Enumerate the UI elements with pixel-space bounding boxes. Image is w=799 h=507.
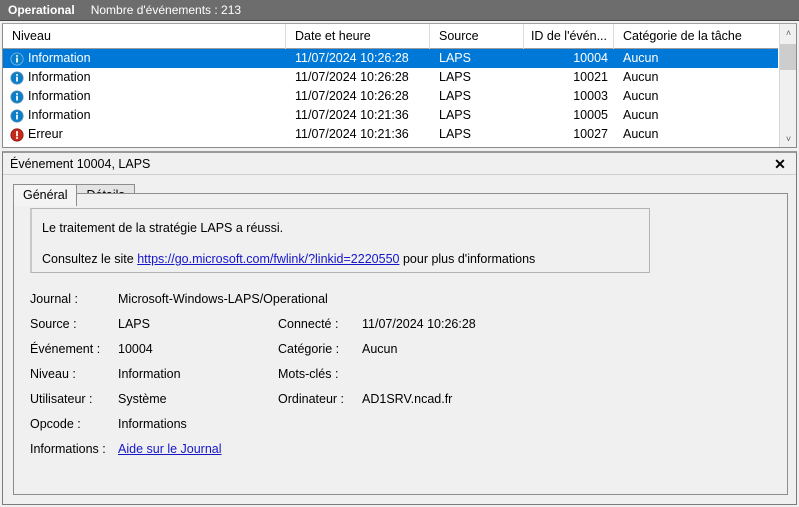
value-source: LAPS	[118, 316, 150, 331]
value-level: Information	[118, 366, 181, 381]
event-message-line-2: Consultez le site https://go.microsoft.c…	[42, 248, 639, 270]
tab-panel-general: Le traitement de la stratégie LAPS a réu…	[13, 193, 788, 495]
cell-niveau-label: Information	[28, 70, 91, 84]
event-message-line-1: Le traitement de la stratégie LAPS a réu…	[42, 221, 284, 235]
cell-source: LAPS	[439, 108, 471, 122]
cell-event-id: 10027	[573, 127, 608, 141]
list-vertical-scrollbar[interactable]: ˄ ˅	[779, 24, 796, 147]
journal-help-link[interactable]: Aide sur le Journal	[118, 442, 222, 456]
event-list-inner: Niveau Date et heure Source ID de l'évén…	[3, 24, 778, 147]
value-user: Système	[118, 391, 167, 406]
cell-task-category: Aucun	[623, 70, 659, 84]
label-information: Informations :	[30, 441, 106, 456]
cell-date: 11/07/2024 10:26:28	[295, 51, 409, 65]
table-row[interactable]: Information 11/07/2024 10:26:28 LAPS 10004 A…	[3, 49, 778, 68]
cell-source: LAPS	[439, 51, 471, 65]
property-row-source-connected: Source : LAPS Connecté : 11/07/2024 10:2…	[30, 311, 770, 336]
information-icon	[10, 108, 24, 123]
cell-event-id: 10021	[573, 70, 608, 84]
scroll-down-arrow-icon[interactable]: ˅	[780, 130, 796, 147]
value-computer: AD1SRV.ncad.fr	[362, 391, 453, 406]
label-opcode: Opcode :	[30, 416, 81, 431]
value-opcode: Informations	[118, 416, 187, 431]
cell-source: LAPS	[439, 70, 471, 84]
cell-task-category: Aucun	[623, 127, 659, 141]
log-header-bar: Operational Nombre d'événements : 213	[0, 0, 799, 21]
label-keywords: Mots-clés :	[278, 366, 339, 381]
information-icon	[10, 51, 24, 66]
table-row[interactable]: Information 11/07/2024 10:26:28 LAPS 10003 A…	[3, 87, 778, 106]
cell-niveau-label: Information	[28, 108, 91, 122]
column-header-event-id[interactable]: ID de l'évén...	[524, 24, 614, 49]
label-category: Catégorie :	[278, 341, 340, 356]
cell-niveau-label: Information	[28, 89, 91, 103]
label-event: Événement :	[30, 341, 101, 356]
label-connected: Connecté :	[278, 316, 339, 331]
log-name: Operational	[8, 3, 75, 17]
information-icon	[10, 89, 24, 104]
cell-event-id: 10005	[573, 108, 608, 122]
scrollbar-thumb[interactable]	[780, 44, 796, 70]
error-icon	[10, 127, 24, 142]
cell-source: LAPS	[439, 127, 471, 141]
scroll-up-arrow-icon[interactable]: ˄	[780, 24, 796, 41]
table-row[interactable]: Information 11/07/2024 10:21:36 LAPS 10005 A…	[3, 106, 778, 125]
cell-date: 11/07/2024 10:21:36	[295, 108, 409, 122]
fwlink-hyperlink[interactable]: https://go.microsoft.com/fwlink/?linkid=…	[137, 252, 399, 266]
detail-title: Événement 10004, LAPS	[10, 156, 151, 171]
property-row-information: Informations : Aide sur le Journal	[30, 436, 770, 461]
label-journal: Journal :	[30, 291, 78, 306]
cell-niveau: Information	[3, 106, 286, 125]
event-rows-container: Information 11/07/2024 10:26:28 LAPS 10004 A…	[3, 49, 778, 144]
cell-niveau: Erreur	[3, 125, 286, 144]
table-row[interactable]: Erreur 11/07/2024 10:21:36 LAPS 10027 Aucun	[3, 125, 778, 144]
event-count-label: Nombre d'événements : 213	[90, 3, 242, 17]
value-connected: 11/07/2024 10:26:28	[362, 316, 476, 331]
column-header-source[interactable]: Source	[430, 24, 524, 49]
cell-niveau: Information	[3, 49, 286, 68]
label-level: Niveau :	[30, 366, 76, 381]
event-detail-pane: Événement 10004, LAPS ✕ Général Détails …	[2, 151, 797, 505]
event-viewer-window: Operational Nombre d'événements : 213 Ni…	[0, 0, 799, 507]
label-computer: Ordinateur :	[278, 391, 345, 406]
cell-task-category: Aucun	[623, 89, 659, 103]
value-journal: Microsoft-Windows-LAPS/Operational	[118, 291, 328, 306]
table-row[interactable]: Information 11/07/2024 10:26:28 LAPS 10021 A…	[3, 68, 778, 87]
label-user: Utilisateur :	[30, 391, 93, 406]
cell-niveau: Information	[3, 68, 286, 87]
property-row-event-category: Événement : 10004 Catégorie : Aucun	[30, 336, 770, 361]
message-prefix: Consultez le site	[42, 252, 138, 266]
property-row-user-computer: Utilisateur : Système Ordinateur : AD1SR…	[30, 386, 770, 411]
cell-task-category: Aucun	[623, 108, 659, 122]
value-event: 10004	[118, 341, 153, 356]
close-icon[interactable]: ✕	[771, 155, 789, 173]
detail-title-bar: Événement 10004, LAPS ✕	[3, 153, 796, 175]
cell-niveau-label: Information	[28, 51, 91, 65]
cell-source: LAPS	[439, 89, 471, 103]
event-properties-grid: Journal : Microsoft-Windows-LAPS/Operati…	[30, 286, 770, 461]
property-row-journal: Journal : Microsoft-Windows-LAPS/Operati…	[30, 286, 770, 311]
cell-niveau: Information	[3, 87, 286, 106]
cell-event-id: 10003	[573, 89, 608, 103]
tab-general[interactable]: Général	[13, 184, 78, 206]
value-category: Aucun	[362, 341, 398, 356]
message-suffix: pour plus d'informations	[399, 252, 536, 266]
label-source: Source :	[30, 316, 77, 331]
cell-date: 11/07/2024 10:26:28	[295, 89, 409, 103]
value-information: Aide sur le Journal	[118, 442, 518, 456]
column-header-niveau[interactable]: Niveau	[3, 24, 286, 49]
information-icon	[10, 70, 24, 85]
column-header-date[interactable]: Date et heure	[286, 24, 430, 49]
column-header-row: Niveau Date et heure Source ID de l'évén…	[3, 24, 778, 49]
event-message-box: Le traitement de la stratégie LAPS a réu…	[30, 208, 650, 273]
cell-date: 11/07/2024 10:26:28	[295, 70, 409, 84]
cell-date: 11/07/2024 10:21:36	[295, 127, 409, 141]
event-list-pane[interactable]: Niveau Date et heure Source ID de l'évén…	[2, 23, 797, 148]
cell-task-category: Aucun	[623, 51, 659, 65]
column-header-task-category[interactable]: Catégorie de la tâche	[614, 24, 778, 49]
property-row-opcode: Opcode : Informations	[30, 411, 770, 436]
property-row-level-keywords: Niveau : Information Mots-clés :	[30, 361, 770, 386]
cell-niveau-label: Erreur	[28, 127, 63, 141]
cell-event-id: 10004	[573, 51, 608, 65]
